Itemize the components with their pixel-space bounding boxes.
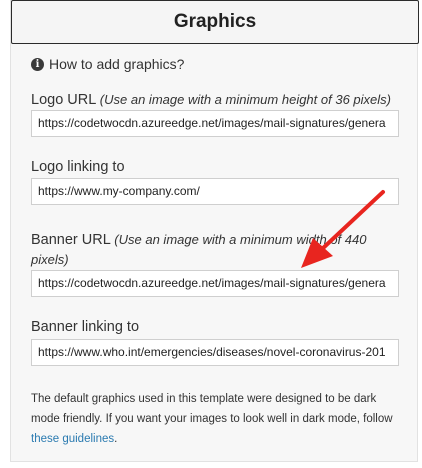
banner-link-label: Banner linking to xyxy=(31,319,140,335)
help-link[interactable]: How to add graphics? xyxy=(49,56,184,72)
logo-url-hint: (Use an image with a minimum height of 3… xyxy=(99,92,391,107)
dark-mode-note: The default graphics used in this templa… xyxy=(31,389,399,449)
panel-title: Graphics xyxy=(173,11,257,32)
logo-url-label: Logo URL (Use an image with a minimum he… xyxy=(31,90,401,110)
dark-mode-note-end: . xyxy=(114,433,118,445)
screenshot-frame: Graphics i How to add graphics? Logo URL… xyxy=(0,0,422,468)
panel-header: Graphics xyxy=(11,0,419,44)
annotation-arrow-icon xyxy=(301,190,385,268)
logo-url-input[interactable]: https://codetwocdn.azureedge.net/images/… xyxy=(31,110,399,137)
dark-mode-note-text: The default graphics used in this templa… xyxy=(31,393,393,425)
help-link-row[interactable]: i How to add graphics? xyxy=(31,56,184,72)
banner-url-label-text: Banner URL xyxy=(31,232,111,248)
logo-link-label: Logo linking to xyxy=(31,159,125,175)
arrow-shaft xyxy=(319,190,385,252)
graphics-panel: Graphics i How to add graphics? Logo URL… xyxy=(10,0,419,462)
logo-url-label-text: Logo URL xyxy=(31,92,96,108)
banner-link-input[interactable]: https://www.who.int/emergencies/diseases… xyxy=(31,339,399,366)
info-icon: i xyxy=(31,57,44,71)
guidelines-link[interactable]: these guidelines xyxy=(31,433,114,445)
